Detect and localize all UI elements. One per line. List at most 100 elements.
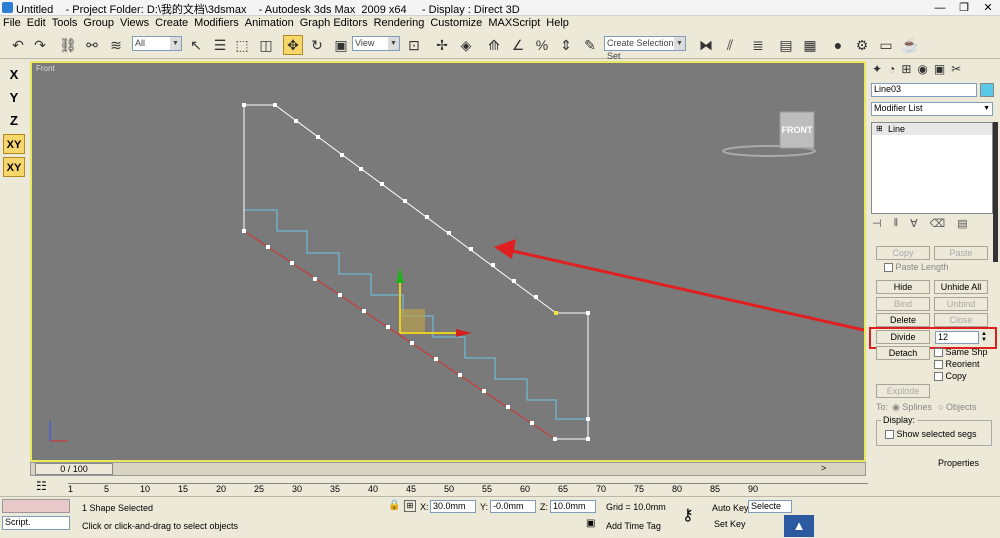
named-selection-set-dropdown[interactable]: Create Selection Set ▼ [604,36,686,61]
rotate-icon[interactable]: ↻ [307,35,327,55]
select-object-icon[interactable]: ↖ [186,35,206,55]
object-name-field[interactable]: Line03 [871,83,977,97]
unbind-button[interactable]: Unbind [934,297,988,311]
selection-filter-dropdown[interactable]: All ▼ [132,36,182,51]
menu-group[interactable]: Group [80,16,117,31]
display-tab-icon[interactable]: ▣ [934,62,945,80]
close-button[interactable]: ✕ [976,0,1000,16]
restrict-plane-cycle-button[interactable]: XY [3,157,25,177]
bind-space-warp-icon[interactable]: ≋ [106,35,126,55]
copy-button[interactable]: Copy [876,246,930,260]
z-coordinate-field[interactable]: 10.0mm [550,500,596,513]
utilities-tab-icon[interactable]: ✂ [951,62,961,80]
script-input[interactable]: Script. [2,516,70,530]
time-slider[interactable]: 0 / 100 > [30,462,866,476]
key-filter-selection[interactable]: Selecte [748,500,792,513]
time-tag-icon[interactable]: ▣ [586,518,595,529]
modify-tab-icon[interactable]: ◔ [888,62,895,80]
rectangular-selection-icon[interactable]: ⬚ [232,35,252,55]
pivot-center-icon[interactable]: ⊡ [404,35,424,55]
spinner-arrows-icon[interactable]: ▲ ▼ [980,331,988,344]
material-editor-icon[interactable]: ● [828,35,848,55]
modifier-list-dropdown[interactable]: Modifier List ▼ [871,102,993,116]
scale-icon[interactable]: ▣ [331,35,351,55]
reference-coordinate-dropdown[interactable]: View ▼ [352,36,400,51]
paste-length-checkbox[interactable]: Paste Length [884,262,949,273]
menu-tools[interactable]: Tools [49,16,81,31]
menu-create[interactable]: Create [152,16,191,31]
maximize-button[interactable]: ❐ [952,0,976,16]
mirror-icon[interactable]: ⧓ [696,35,716,55]
divide-button[interactable]: Divide [876,330,930,344]
pin-stack-icon[interactable]: ⊣ [872,217,882,233]
panel-scrollbar[interactable] [993,122,998,262]
render-production-icon[interactable]: ☕ [900,35,920,55]
track-bar[interactable]: 1 5 10 15 20 25 30 35 40 45 50 55 60 65 … [68,478,868,496]
align-icon[interactable]: ⫽ [720,35,740,55]
restrict-x-button[interactable]: X [3,65,25,85]
set-key-button[interactable]: Set Key [714,519,746,529]
paste-button[interactable]: Paste [934,246,988,260]
unhide-all-button[interactable]: Unhide All [934,280,988,294]
restrict-y-button[interactable]: Y [3,88,25,108]
menu-help[interactable]: Help [543,16,572,31]
explode-button[interactable]: Explode [876,384,930,398]
maxscript-listener-mini[interactable] [2,499,70,513]
x-coordinate-field[interactable]: 30.0mm [430,500,476,513]
percent-snap-icon[interactable]: % [532,35,552,55]
menu-views[interactable]: Views [117,16,152,31]
menu-edit[interactable]: Edit [24,16,49,31]
menu-animation[interactable]: Animation [242,16,297,31]
menu-maxscript[interactable]: MAXScript [485,16,543,31]
hide-button[interactable]: Hide [876,280,930,294]
curve-editor-icon[interactable]: ▤ [776,35,796,55]
add-time-tag-button[interactable]: Add Time Tag [606,521,661,531]
schematic-view-icon[interactable]: ▦ [800,35,820,55]
selection-lock-icon[interactable]: 🔒 [388,500,400,511]
spinner-snap-icon[interactable]: ⇕ [556,35,576,55]
select-manipulate-icon[interactable]: ✢ [432,35,452,55]
redo-icon[interactable]: ↷ [30,35,50,55]
mini-curve-editor-icon[interactable]: ☷ [36,479,47,493]
show-end-result-icon[interactable]: ‖ [894,217,899,233]
y-coordinate-field[interactable]: -0.0mm [490,500,536,513]
auto-key-button[interactable]: Auto Key [712,503,749,513]
time-slider-next-icon[interactable]: > [821,463,826,473]
objects-radio[interactable]: ○ Objects [938,402,976,412]
menu-modifiers[interactable]: Modifiers [191,16,242,31]
configure-sets-icon[interactable]: ▤ [957,217,967,233]
set-key-icon[interactable]: ⚷ [682,505,694,525]
time-slider-thumb[interactable]: 0 / 100 [35,463,113,475]
restrict-xy-button[interactable]: XY [3,134,25,154]
select-by-name-icon[interactable]: ☰ [210,35,230,55]
make-unique-icon[interactable]: ∀ [910,217,918,233]
same-shape-checkbox[interactable]: Same Shp [934,347,988,358]
edit-named-selection-icon[interactable]: ✎ [580,35,600,55]
angle-snap-icon[interactable]: ∠ [508,35,528,55]
divide-count-spinner[interactable]: 12 [935,331,979,344]
delete-button[interactable]: Delete [876,313,930,327]
properties-rollout-label[interactable]: Properties [938,458,979,468]
keyboard-shortcut-icon[interactable]: ◈ [456,35,476,55]
menu-rendering[interactable]: Rendering [371,16,428,31]
object-color-swatch[interactable] [980,83,994,97]
menu-file[interactable]: File [0,16,24,31]
hierarchy-tab-icon[interactable]: ⊞ [901,62,911,80]
menu-customize[interactable]: Customize [427,16,485,31]
stack-item-line[interactable]: ⊞ Line [872,123,992,135]
rendered-frame-window-icon[interactable]: ▭ [876,35,896,55]
render-setup-icon[interactable]: ⚙ [852,35,872,55]
move-icon[interactable]: ✥ [283,35,303,55]
absolute-mode-icon[interactable]: ⊞ [404,500,416,512]
snaps-toggle-icon[interactable]: ⟰ [484,35,504,55]
bind-button[interactable]: Bind [876,297,930,311]
reorient-checkbox[interactable]: Reorient [934,359,980,370]
window-crossing-icon[interactable]: ◫ [256,35,276,55]
menu-graph-editors[interactable]: Graph Editors [297,16,371,31]
splines-radio[interactable]: ◉ Splines [892,402,932,413]
layer-manager-icon[interactable]: ≣ [748,35,768,55]
restrict-z-button[interactable]: Z [3,111,25,131]
copy-checkbox[interactable]: Copy [934,371,967,382]
front-viewport[interactable]: Front FRONT [30,61,866,462]
minimize-button[interactable]: — [928,0,952,16]
